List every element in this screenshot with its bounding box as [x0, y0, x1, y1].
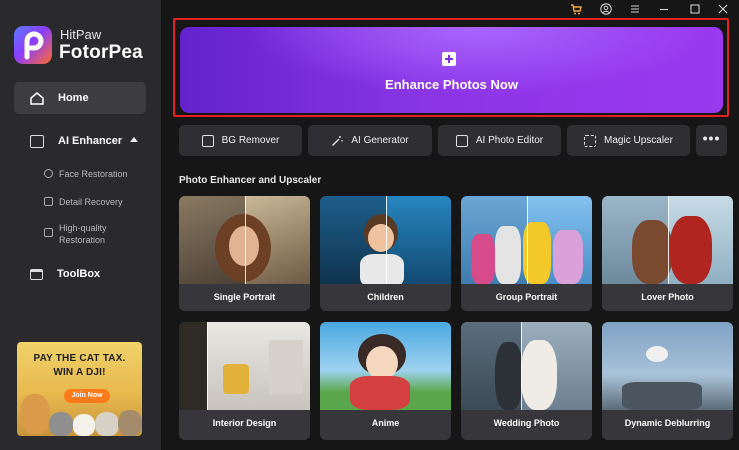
sidebar-item-toolbox[interactable]: ToolBox — [14, 262, 146, 286]
plus-icon — [442, 52, 456, 66]
card-label: Lover Photo — [602, 284, 733, 311]
cart-icon[interactable] — [570, 2, 582, 15]
photo-editor-icon — [455, 134, 468, 147]
image-enhance-icon — [30, 134, 44, 148]
promo-subheadline: WIN A DJI! — [53, 367, 106, 378]
children-thumbnail — [320, 196, 451, 284]
tool-label: AI Photo Editor — [475, 135, 544, 146]
interior-design-thumbnail — [179, 322, 310, 410]
cat-illustration — [49, 412, 73, 436]
ai-generator-button[interactable]: AI Generator — [308, 125, 432, 156]
chevron-up-icon — [130, 137, 138, 142]
card-label: Group Portrait — [461, 284, 592, 311]
single-portrait-thumbnail — [179, 196, 310, 284]
more-tools-button[interactable]: ••• — [696, 125, 727, 156]
card-label: Anime — [320, 410, 451, 440]
card-wedding-photo[interactable]: Wedding Photo — [461, 322, 592, 440]
cat-illustration — [20, 394, 50, 434]
sidebar-item-label: ToolBox — [57, 268, 101, 280]
magic-wand-icon — [331, 135, 344, 147]
bg-remover-button[interactable]: BG Remover — [179, 125, 302, 156]
sidebar-item-home[interactable]: Home — [14, 82, 146, 114]
card-interior-design[interactable]: Interior Design — [179, 322, 310, 440]
app-logo-icon — [14, 26, 52, 64]
account-icon[interactable] — [600, 2, 612, 15]
card-dynamic-deblurring[interactable]: Dynamic Deblurring — [602, 322, 733, 440]
ai-photo-editor-button[interactable]: AI Photo Editor — [438, 125, 561, 156]
enhance-photos-button[interactable]: Enhance Photos Now — [180, 27, 723, 113]
brand-name-small: HitPaw — [60, 27, 102, 42]
card-lover-photo[interactable]: Lover Photo — [602, 196, 733, 311]
dynamic-deblurring-thumbnail — [602, 322, 733, 410]
card-label: Interior Design — [179, 410, 310, 440]
sidebar-subitem-label: High-quality Restoration — [59, 223, 107, 245]
card-children[interactable]: Children — [320, 196, 451, 311]
upscale-icon — [584, 134, 597, 147]
enhance-photos-label: Enhance Photos Now — [385, 77, 518, 92]
sidebar-subitem-face-restoration[interactable]: Face Restoration — [44, 168, 128, 180]
menu-icon[interactable] — [629, 2, 641, 14]
tool-label: AI Generator — [351, 135, 409, 146]
face-icon — [44, 169, 53, 178]
lover-photo-thumbnail — [602, 196, 733, 284]
section-title: Photo Enhancer and Upscaler — [179, 175, 322, 186]
maximize-icon[interactable] — [689, 2, 701, 14]
sidebar-item-label: Home — [58, 92, 89, 104]
card-label: Children — [320, 284, 451, 311]
cat-illustration — [118, 410, 142, 436]
card-group-portrait[interactable]: Group Portrait — [461, 196, 592, 311]
cat-illustration — [95, 412, 119, 436]
home-icon — [30, 92, 44, 105]
card-label: Wedding Photo — [461, 410, 592, 440]
detail-icon — [44, 197, 53, 206]
sidebar-subitem-label: Face Restoration — [59, 169, 128, 179]
card-single-portrait[interactable]: Single Portrait — [179, 196, 310, 311]
sidebar-item-ai-enhancer[interactable]: AI Enhancer — [14, 128, 146, 154]
magic-upscaler-button[interactable]: Magic Upscaler — [567, 125, 690, 156]
tool-label: BG Remover — [221, 135, 280, 146]
promo-join-button[interactable]: Join Now — [64, 389, 110, 403]
toolbox-icon — [30, 268, 43, 280]
sidebar-subitem-detail-recovery[interactable]: Detail Recovery — [44, 196, 123, 208]
anime-thumbnail — [320, 322, 451, 410]
close-icon[interactable] — [717, 2, 729, 14]
group-portrait-thumbnail — [461, 196, 592, 284]
promo-headline: PAY THE CAT TAX. — [33, 353, 126, 364]
wedding-photo-thumbnail — [461, 322, 592, 410]
hq-restore-icon — [44, 228, 53, 237]
bg-remover-icon — [201, 134, 214, 147]
sidebar: HitPaw FotorPea Home AI Enhancer Face Re… — [0, 0, 161, 450]
card-label: Dynamic Deblurring — [602, 410, 733, 440]
tool-label: Magic Upscaler — [604, 135, 673, 146]
sidebar-subitem-label: Detail Recovery — [59, 197, 123, 207]
card-label: Single Portrait — [179, 284, 310, 311]
card-anime[interactable]: Anime — [320, 322, 451, 440]
sidebar-item-label: AI Enhancer — [58, 135, 123, 147]
cat-illustration — [73, 414, 95, 436]
sidebar-subitem-high-quality-restoration[interactable]: High-quality Restoration — [44, 222, 124, 246]
minimize-icon[interactable] — [658, 2, 670, 14]
brand-name: FotorPea — [59, 42, 143, 63]
promo-banner[interactable]: PAY THE CAT TAX. WIN A DJI! Join Now — [17, 342, 142, 436]
